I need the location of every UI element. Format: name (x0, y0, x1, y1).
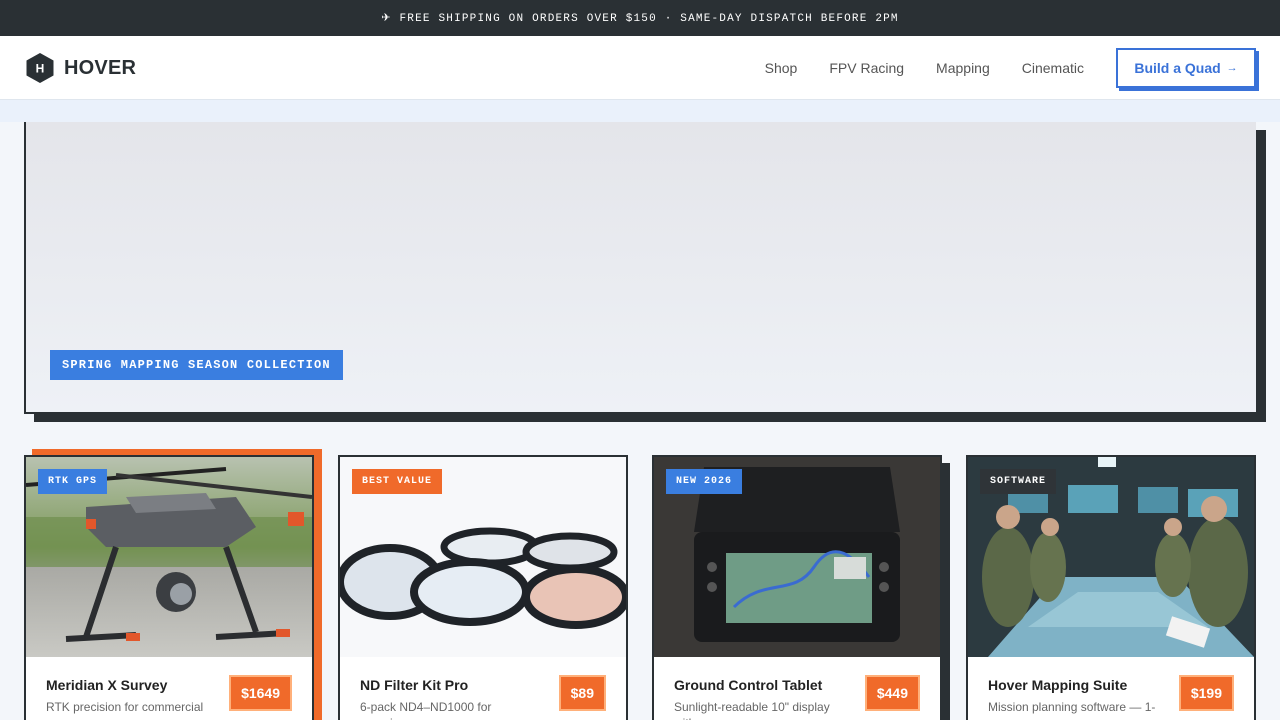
nav-link-shop[interactable]: Shop (765, 60, 798, 76)
product-info: Meridian X Survey RTK precision for comm… (26, 657, 312, 720)
build-a-quad-label: Build a Quad (1134, 60, 1221, 76)
product-price: $449 (864, 675, 920, 711)
product-card-hover-mapping-suite[interactable]: SOFTWARE Hover Mapping Suite Mission pla… (966, 455, 1256, 720)
site-header: H HOVER Shop FPV Racing Mapping Cinemati… (0, 36, 1280, 100)
product-title[interactable]: Hover Mapping Suite (988, 677, 1127, 693)
main-nav: Shop FPV Racing Mapping Cinematic (765, 36, 1084, 100)
hero-collection-tag[interactable]: SPRING MAPPING SEASON COLLECTION (50, 350, 343, 380)
product-card-nd-filter-kit-pro[interactable]: BEST VALUE ND Filter Kit Pro 6-pack ND4–… (338, 455, 628, 720)
announcement-bar: ✈ FREE SHIPPING ON ORDERS OVER $150 · SA… (0, 0, 1280, 36)
product-info: Hover Mapping Suite Mission planning sof… (968, 657, 1254, 720)
nav-link-cinematic[interactable]: Cinematic (1022, 60, 1084, 76)
arrow-right-icon: → (1226, 62, 1238, 74)
product-description: Sunlight-readable 10" display with (674, 700, 830, 720)
product-title[interactable]: ND Filter Kit Pro (360, 677, 468, 693)
product-card-ground-control-tablet[interactable]: NEW 2026 Ground Control Tablet Sunlight-… (652, 455, 942, 720)
product-badge: RTK GPS (38, 469, 108, 494)
product-info: ND Filter Kit Pro 6-pack ND4–ND1000 for … (340, 657, 626, 720)
product-price: $199 (1178, 675, 1234, 711)
product-description: RTK precision for commercial (46, 700, 204, 714)
product-title[interactable]: Ground Control Tablet (674, 677, 822, 693)
logo-text: HOVER (64, 56, 137, 79)
product-title[interactable]: Meridian X Survey (46, 677, 167, 693)
product-badge: NEW 2026 (666, 469, 743, 494)
breadcrumb-bar (0, 100, 1280, 122)
product-badge: SOFTWARE (980, 469, 1057, 494)
logo[interactable]: H HOVER (24, 52, 136, 84)
nav-link-mapping[interactable]: Mapping (936, 60, 990, 76)
hero-banner[interactable]: SPRING MAPPING SEASON COLLECTION (24, 122, 1256, 414)
hexagon-logo-icon: H (26, 53, 54, 83)
nav-link-fpv-racing[interactable]: FPV Racing (829, 60, 904, 76)
announcement-text: ✈ FREE SHIPPING ON ORDERS OVER $150 · SA… (381, 13, 899, 25)
product-info: Ground Control Tablet Sunlight-readable … (654, 657, 940, 720)
product-description: Mission planning software — 1- (988, 700, 1156, 714)
build-a-quad-button[interactable]: Build a Quad → (1116, 48, 1256, 88)
product-price: $1649 (229, 675, 292, 711)
product-description: 6-pack ND4–ND1000 for mapping (360, 700, 492, 720)
product-price: $89 (558, 675, 606, 711)
product-badge: BEST VALUE (352, 469, 443, 494)
svg-text:H: H (36, 62, 45, 76)
product-card-meridian-x-survey[interactable]: RTK GPS Meridian X Survey RTK precision … (24, 455, 314, 720)
